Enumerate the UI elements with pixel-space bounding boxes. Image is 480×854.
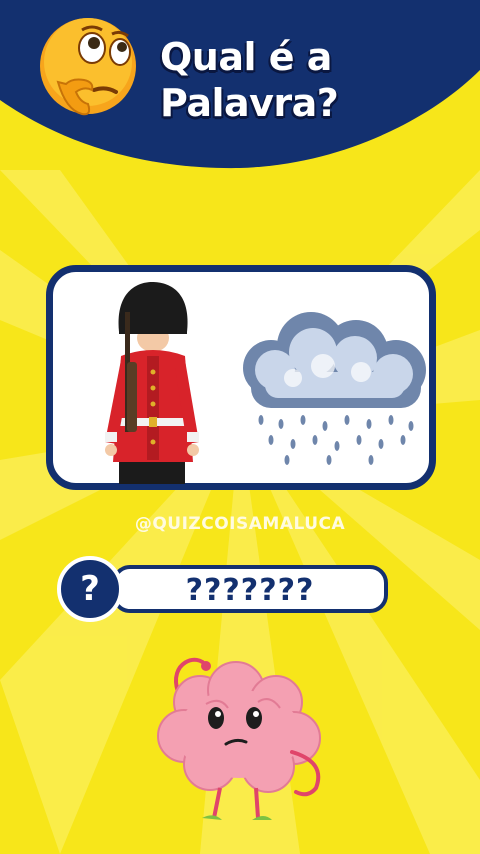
title-line-2: Palavra?: [160, 81, 339, 125]
thinking-emoji-icon: [40, 18, 136, 116]
royal-guard-icon: [105, 282, 199, 484]
title-line-1: Qual é a: [160, 35, 332, 79]
clue-card: [46, 265, 436, 490]
question-badge: ?: [57, 556, 123, 622]
rain-cloud-icon: [243, 312, 426, 465]
answer-field: ???????: [112, 565, 388, 613]
page-title: Qual é a Palavra?: [160, 34, 339, 126]
channel-handle: @QUIZCOISAMALUCA: [134, 514, 346, 534]
brain-mascot-icon: [157, 657, 321, 820]
question-mark-icon: ?: [80, 569, 100, 609]
answer-placeholder: ???????: [185, 573, 315, 608]
